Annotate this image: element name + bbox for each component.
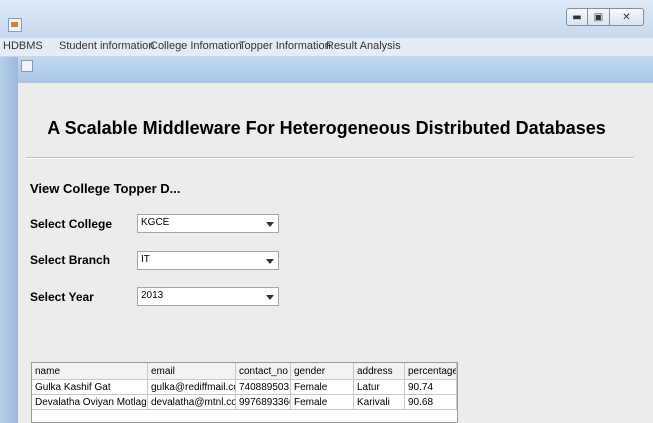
chevron-down-icon: [266, 259, 274, 264]
table-row[interactable]: Devalatha Oviyan Motlag devalatha@mtnl.c…: [32, 395, 457, 410]
cell-contact-no: 9976893366: [236, 395, 291, 410]
menubar: HDBMS Student information College Infoma…: [0, 38, 653, 57]
java-icon: [8, 18, 22, 32]
topper-table[interactable]: name email contact_no gender address per…: [31, 362, 458, 423]
select-branch-label: Select Branch: [30, 253, 111, 267]
maximize-icon: ▣: [593, 11, 604, 23]
cell-address: Karivali: [354, 395, 405, 410]
cell-name: Devalatha Oviyan Motlag: [32, 395, 148, 410]
close-button[interactable]: ✕: [610, 8, 644, 26]
cell-gender: Female: [291, 395, 354, 410]
cell-percentage: 90.68: [405, 395, 457, 410]
column-header-gender[interactable]: gender: [291, 363, 354, 380]
column-header-address[interactable]: address: [354, 363, 405, 380]
window-titlebar: ▬ ▣ ✕: [0, 0, 653, 38]
page-title: A Scalable Middleware For Heterogeneous …: [47, 118, 606, 138]
table-header: name email contact_no gender address per…: [32, 363, 457, 380]
cell-contact-no: 7408895031: [236, 380, 291, 395]
chevron-down-icon: [266, 222, 274, 227]
cell-gender: Female: [291, 380, 354, 395]
inner-frame-titlebar[interactable]: [18, 57, 653, 83]
column-header-percentage[interactable]: percentage: [405, 363, 457, 380]
year-select-value: 2013: [141, 290, 164, 301]
branch-select-value: IT: [141, 254, 150, 265]
column-header-contact-no[interactable]: contact_no: [236, 363, 291, 380]
college-select-value: KGCE: [141, 217, 170, 228]
cell-email: devalatha@mtnl.com: [148, 395, 236, 410]
section-title: View College Topper D...: [30, 181, 181, 196]
maximize-button[interactable]: ▣: [588, 8, 610, 26]
year-select[interactable]: 2013: [137, 287, 279, 306]
cell-address: Latur: [354, 380, 405, 395]
branch-select[interactable]: IT: [137, 251, 279, 270]
table-row[interactable]: Gulka Kashif Gat gulka@rediffmail.com 74…: [32, 380, 457, 395]
menu-hdbms[interactable]: HDBMS: [3, 40, 43, 52]
menu-topper-information[interactable]: Topper Information: [239, 40, 331, 52]
separator: [26, 157, 634, 159]
select-year-label: Select Year: [30, 290, 94, 304]
column-header-name[interactable]: name: [32, 363, 148, 380]
cell-email: gulka@rediffmail.com: [148, 380, 236, 395]
menu-student-information[interactable]: Student information: [59, 40, 154, 52]
close-icon: ✕: [622, 11, 631, 23]
inner-frame-border: [0, 57, 18, 423]
cell-percentage: 90.74: [405, 380, 457, 395]
menu-result-analysis[interactable]: Result Analysis: [326, 40, 401, 52]
select-college-label: Select College: [30, 217, 113, 231]
minimize-button[interactable]: ▬: [566, 8, 588, 26]
minimize-icon: ▬: [572, 11, 582, 23]
chevron-down-icon: [266, 295, 274, 300]
column-header-email[interactable]: email: [148, 363, 236, 380]
menu-college-information[interactable]: College Infomation: [150, 40, 242, 52]
java-icon: [21, 60, 33, 72]
cell-name: Gulka Kashif Gat: [32, 380, 148, 395]
college-select[interactable]: KGCE: [137, 214, 279, 233]
